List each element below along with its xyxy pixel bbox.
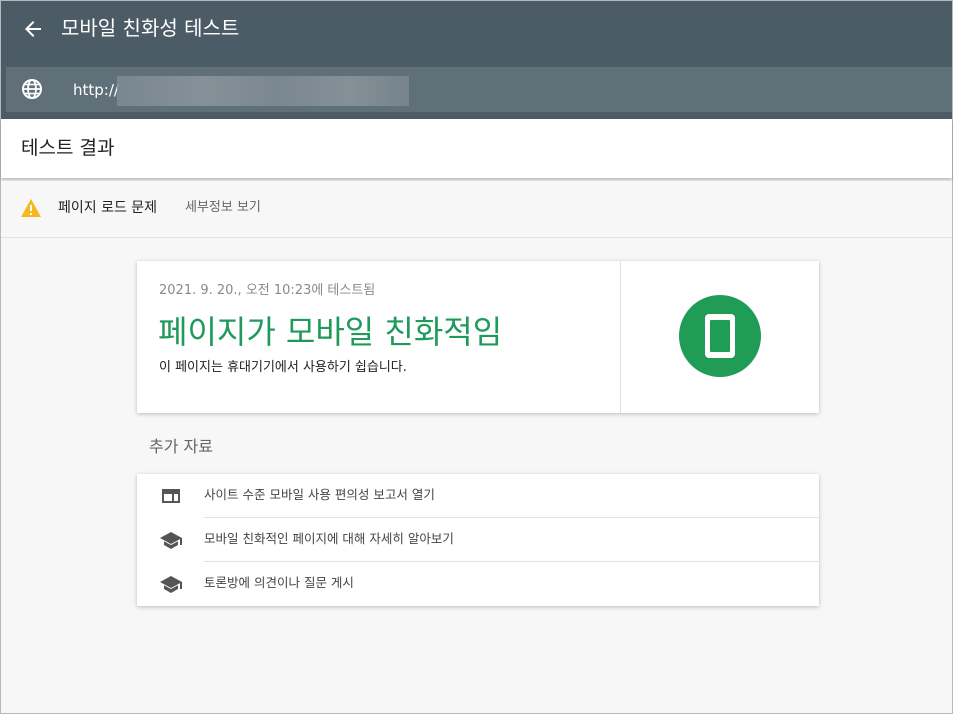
mobile-phone-icon bbox=[679, 295, 761, 377]
result-summary: 2021. 9. 20., 오전 10:23에 테스트됨 페이지가 모바일 친화… bbox=[137, 261, 620, 413]
resource-link-label: 토론방에 의견이나 질문 게시 bbox=[204, 575, 354, 590]
back-arrow-icon[interactable] bbox=[21, 17, 45, 41]
page-title: 테스트 결과 bbox=[21, 137, 115, 159]
resources-card: 사이트 수준 모바일 사용 편의성 보고서 열기 모바일 친화적인 페이지에 대… bbox=[137, 474, 819, 606]
resource-link-label: 모바일 친화적인 페이지에 대해 자세히 알아보기 bbox=[204, 531, 454, 546]
url-bar[interactable]: http:// bbox=[6, 67, 952, 112]
resources-title: 추가 자료 bbox=[149, 437, 213, 456]
verdict-description: 이 페이지는 휴대기기에서 사용하기 쉽습니다. bbox=[159, 360, 407, 375]
warning-bar: 페이지 로드 문제 세부정보 보기 bbox=[1, 181, 952, 238]
result-card: 2021. 9. 20., 오전 10:23에 테스트됨 페이지가 모바일 친화… bbox=[137, 261, 819, 413]
school-icon bbox=[159, 572, 183, 596]
url-input[interactable]: http:// bbox=[73, 79, 119, 101]
warning-icon bbox=[20, 198, 42, 218]
resource-link-label: 사이트 수준 모바일 사용 편의성 보고서 열기 bbox=[204, 487, 435, 502]
resource-link-forum[interactable]: 토론방에 의견이나 질문 게시 bbox=[137, 562, 819, 606]
results-header: 테스트 결과 bbox=[1, 119, 952, 178]
divider bbox=[620, 261, 621, 413]
school-icon bbox=[159, 528, 183, 552]
report-icon bbox=[159, 484, 183, 508]
verdict-heading: 페이지가 모바일 친화적임 bbox=[158, 313, 503, 351]
resource-link-learn[interactable]: 모바일 친화적인 페이지에 대해 자세히 알아보기 bbox=[137, 518, 819, 562]
url-redaction bbox=[117, 76, 409, 106]
app-bar: 모바일 친화성 테스트 http:// bbox=[1, 1, 952, 119]
details-link[interactable]: 세부정보 보기 bbox=[185, 198, 261, 218]
app-title: 모바일 친화성 테스트 bbox=[61, 16, 240, 40]
warning-text: 페이지 로드 문제 bbox=[58, 200, 158, 216]
test-timestamp: 2021. 9. 20., 오전 10:23에 테스트됨 bbox=[159, 283, 376, 298]
resource-link-report[interactable]: 사이트 수준 모바일 사용 편의성 보고서 열기 bbox=[137, 474, 819, 518]
globe-icon bbox=[20, 77, 44, 101]
